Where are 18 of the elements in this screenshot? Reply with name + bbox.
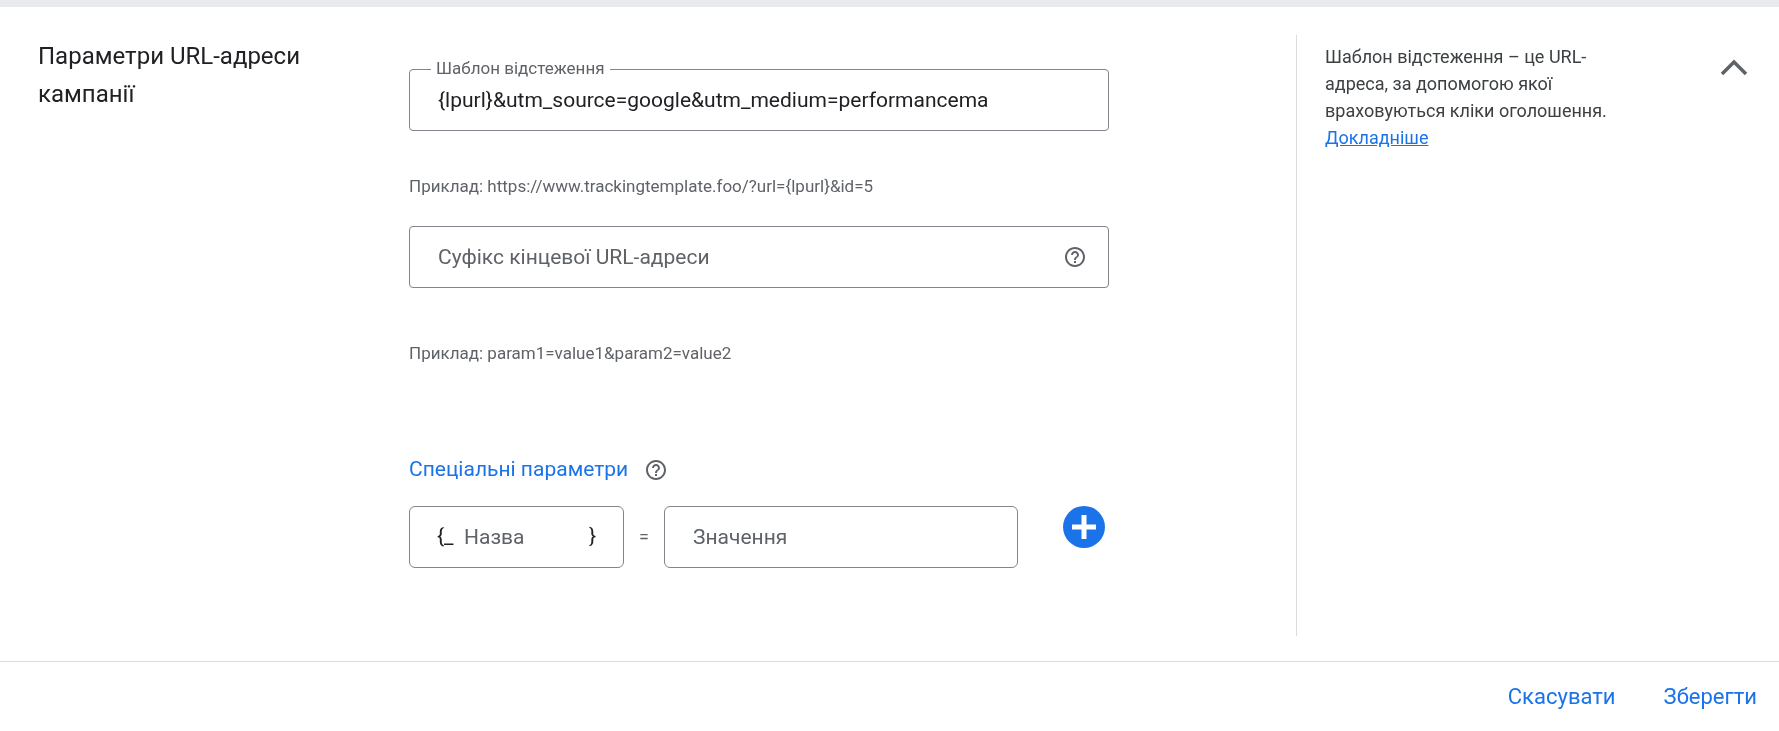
equals-sign: = [638,525,650,549]
learn-more-link[interactable]: Докладніше [1325,127,1429,148]
example-text: Приклад: param1=value1&param2=value2 [409,342,733,365]
brace-text: {_ [437,522,454,549]
save-button[interactable]: Зберегти [1661,679,1759,713]
custom-parameters-link[interactable]: Спеціальні параметри [409,454,629,486]
section-title: Параметри URL-адреси кампанії [38,41,301,110]
example-text: Приклад: https://www.trackingtemplate.foo/?url={lpurl}&id=5 [409,175,875,198]
cancel-button[interactable]: Скасувати [1505,679,1618,713]
field-label: Шаблон відстеження [431,58,610,78]
final-url-suffix-field[interactable]: Суфікс кінцевої URL-адреси [409,226,1109,288]
help-icon[interactable] [644,457,669,482]
parameter-value-field[interactable]: Значення [664,505,1018,568]
chevron-icon[interactable] [1719,57,1749,77]
brace-text: } [588,522,596,549]
help-icon[interactable] [1063,245,1087,269]
add-icon[interactable] [1063,505,1105,548]
help-text: Шаблон відстеження – це URL-адреса, за допомогою якої враховуються кліки оголошення. [1325,45,1608,123]
